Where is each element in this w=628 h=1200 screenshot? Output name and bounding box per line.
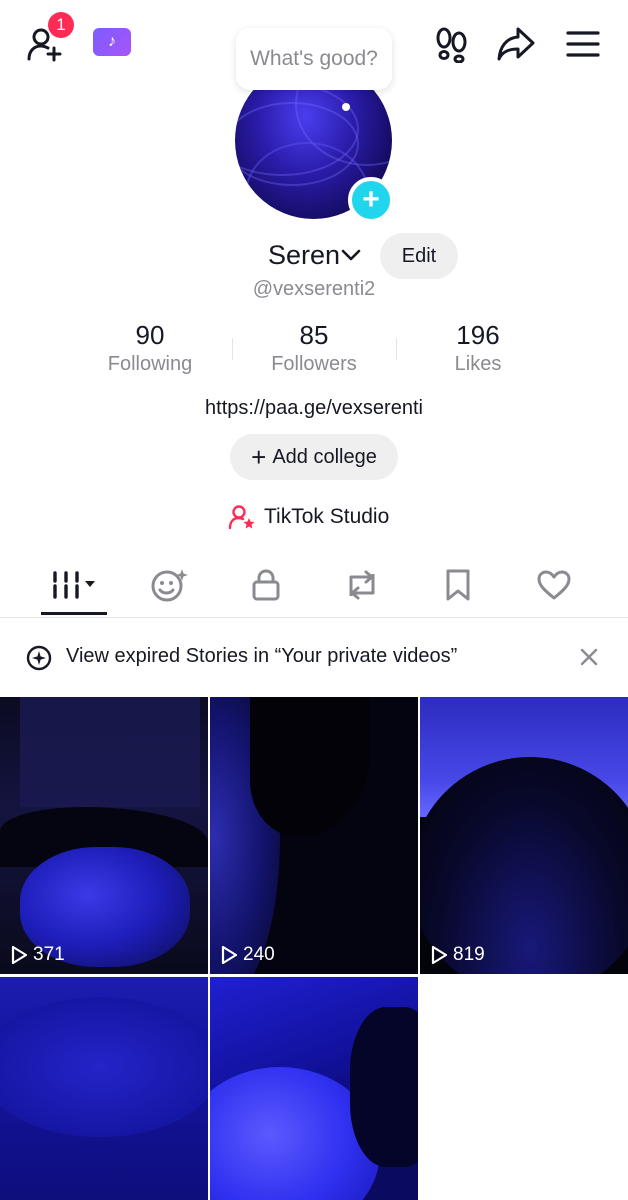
tab-reposts-friends[interactable] [118, 555, 222, 615]
tiktok-note-icon: ♪ [108, 33, 116, 50]
followers-count: 85 [299, 320, 329, 350]
following-count: 90 [135, 320, 165, 350]
tab-favorites[interactable] [406, 555, 510, 615]
add-story-button[interactable]: + [348, 177, 394, 223]
reposts-face-icon [151, 569, 188, 602]
expired-stories-notice[interactable]: View expired Stories in “Your private vi… [0, 618, 628, 696]
username-handle: @vexserenti2 [252, 278, 376, 300]
notice-text: View expired Stories in “Your private vi… [66, 645, 458, 667]
footprints-icon [436, 27, 467, 63]
videos-grid-icon [53, 571, 95, 599]
share-profile-button[interactable] [494, 22, 538, 66]
display-name[interactable]: Seren [268, 240, 340, 271]
stat-divider [232, 338, 233, 360]
status-bubble[interactable]: What's good? [236, 28, 392, 90]
video-thumbnail[interactable]: 240 [210, 697, 418, 974]
lock-icon [252, 569, 280, 601]
active-tab-indicator [41, 612, 107, 615]
tiktok-studio-label: TikTok Studio [264, 505, 390, 528]
view-count: 371 [10, 944, 65, 966]
following-label: Following [107, 353, 193, 375]
view-count-text: 371 [33, 944, 65, 965]
menu-button[interactable] [562, 24, 604, 64]
plus-icon: + [362, 183, 380, 216]
profile-views-button[interactable] [430, 24, 474, 64]
bookmark-icon [446, 569, 470, 601]
heart-icon [537, 570, 571, 600]
tab-private[interactable] [214, 555, 318, 615]
play-icon [11, 945, 28, 965]
tiktok-studio-link[interactable]: TikTok Studio [228, 502, 389, 532]
close-icon[interactable] [578, 646, 600, 668]
view-count: 240 [220, 944, 275, 966]
notification-badge: 1 [48, 12, 74, 38]
edit-profile-button[interactable]: Edit [380, 233, 458, 279]
share-arrow-icon [497, 27, 535, 61]
add-college-label: Add college [272, 445, 377, 468]
likes-label: Likes [454, 353, 502, 375]
profile-tabs [0, 555, 628, 618]
stat-followers[interactable]: 85 Followers [244, 320, 384, 376]
video-thumbnail[interactable] [0, 977, 208, 1200]
name-row: Seren Edit [0, 232, 628, 280]
view-count-text: 240 [243, 944, 275, 965]
video-thumbnail[interactable] [210, 977, 418, 1200]
followers-label: Followers [271, 353, 357, 375]
likes-count: 196 [456, 320, 500, 350]
view-count: 819 [430, 944, 485, 966]
tiktok-ticket-button[interactable]: ♪ [93, 28, 131, 56]
stat-divider [396, 338, 397, 360]
stat-likes[interactable]: 196 Likes [408, 320, 548, 376]
creator-star-icon [228, 505, 255, 530]
chevron-down-icon[interactable] [340, 246, 362, 264]
bio-link[interactable]: https://paa.ge/vexserenti [0, 397, 628, 420]
video-thumbnail[interactable]: 819 [420, 697, 628, 974]
tab-reposts[interactable] [310, 555, 414, 615]
repost-icon [349, 570, 375, 600]
tab-videos[interactable] [22, 555, 126, 615]
view-count-text: 819 [453, 944, 485, 965]
bubble-tail [342, 103, 350, 111]
hamburger-menu-icon [566, 31, 600, 57]
add-college-button[interactable]: + Add college [230, 434, 398, 480]
stat-following[interactable]: 90 Following [80, 320, 220, 376]
video-thumbnail[interactable]: 371 [0, 697, 208, 974]
play-icon [221, 945, 238, 965]
plus-icon: + [251, 442, 267, 472]
play-icon [431, 945, 448, 965]
tab-liked[interactable] [502, 555, 606, 615]
story-sparkle-icon [26, 645, 52, 671]
